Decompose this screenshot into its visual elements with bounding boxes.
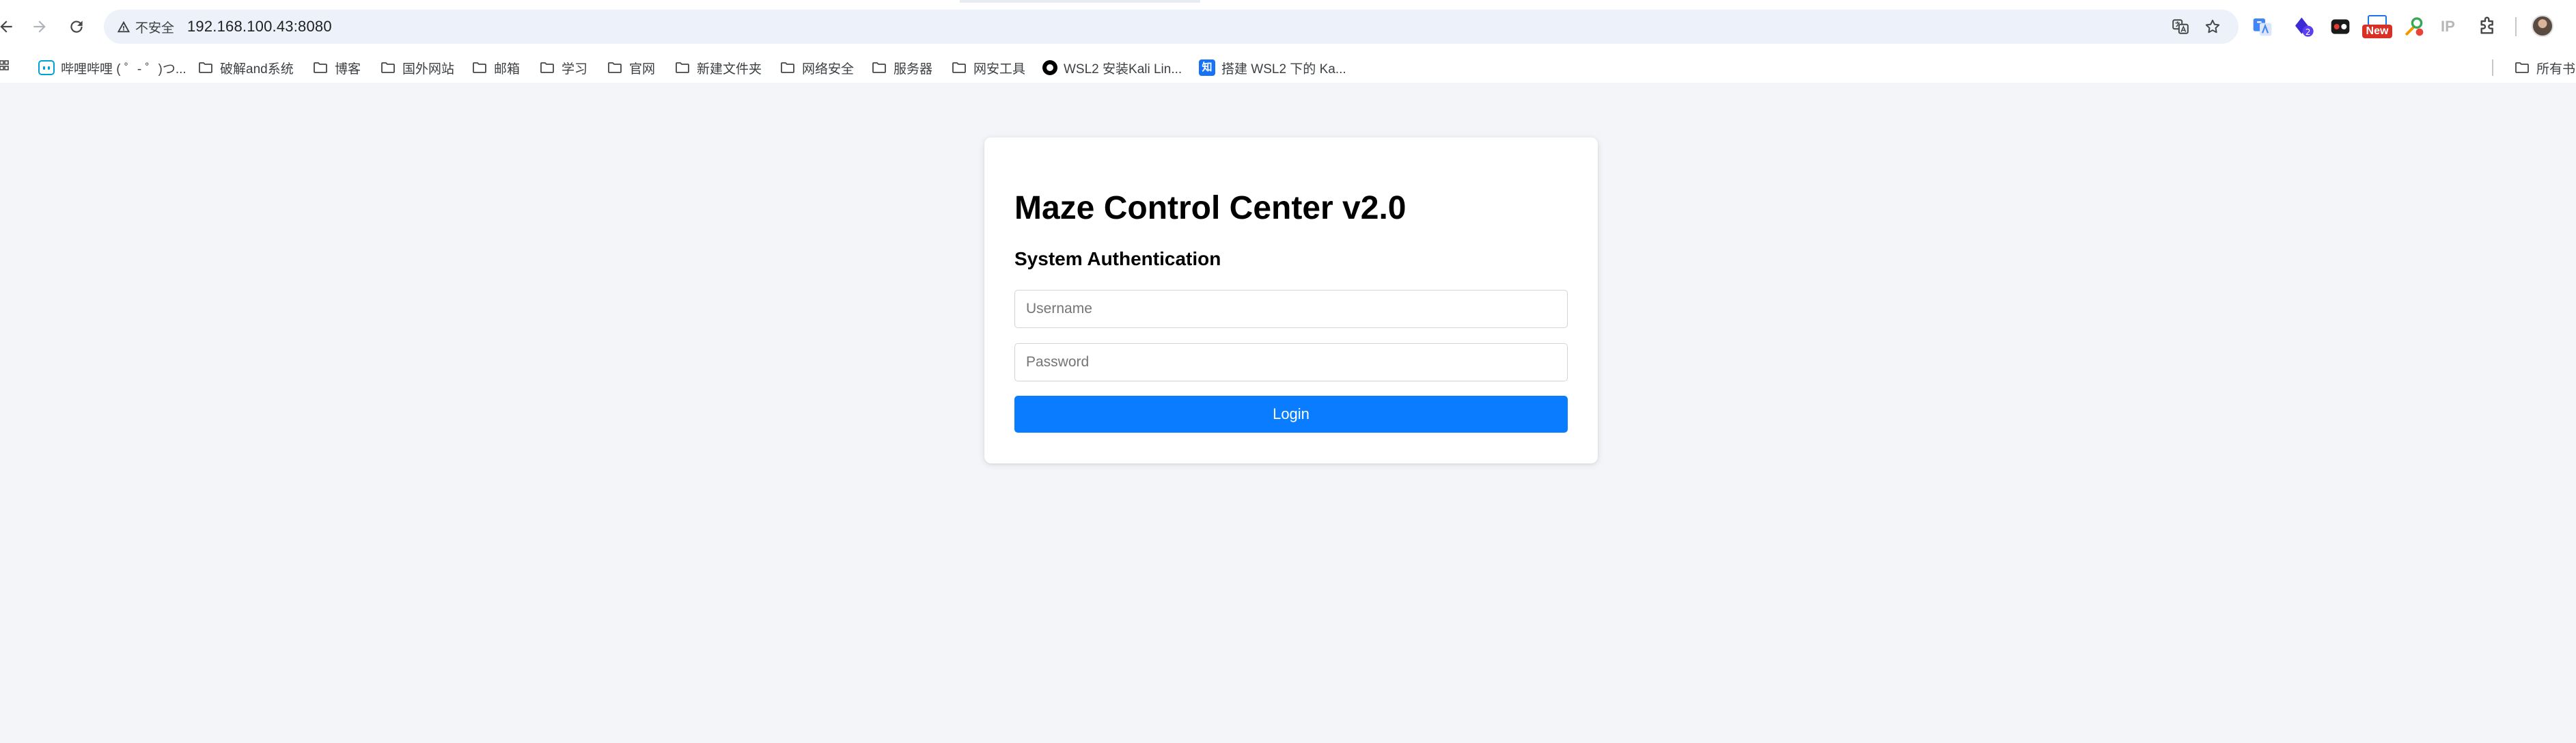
folder-icon [381,62,395,73]
bookmark-label: 新建文件夹 [697,62,762,77]
login-button[interactable]: Login [1014,396,1568,433]
forward-button[interactable] [27,14,53,40]
bookmark-label: 博客 [335,62,361,77]
zhihu-icon: 知 [1199,59,1215,76]
folder-icon [314,62,327,73]
diamond-badge-icon: 2 [2295,17,2314,37]
folder-icon [2515,62,2529,73]
apps-grid-icon[interactable] [0,59,10,75]
profile-avatar[interactable] [2532,15,2553,37]
mail-new-extension[interactable]: New [2362,15,2392,40]
bookmark-folder-sec-tools[interactable]: 网安工具 [951,55,1025,80]
extensions-menu-button[interactable] [2474,13,2502,40]
back-button[interactable] [0,14,19,40]
google-translate-icon [2253,18,2272,36]
wrench-icon [2405,17,2424,36]
bookmarks-separator [2492,59,2493,76]
folder-icon [781,62,794,73]
github-icon [1042,60,1057,75]
bookmark-folder-new-folder[interactable]: 新建文件夹 [674,55,762,80]
auth-subtitle: System Authentication [1014,248,1221,269]
new-badge: New [2362,25,2392,38]
bookmark-label: 哔哩哔哩 ( ゜- ゜)つ... [61,62,186,77]
mask-icon [2331,19,2350,34]
bookmarks-bar: 哔哩哔哩 ( ゜- ゜)つ... 破解and系统 博客 国外网站 邮箱 学习 官… [0,53,2576,83]
login-card: Maze Control Center v2.0 System Authenti… [984,137,1598,463]
translate-button[interactable] [2171,17,2190,36]
bookmark-folder-foreign-sites[interactable]: 国外网站 [380,55,454,80]
folder-icon [473,62,486,73]
bookmark-label: 网络安全 [802,62,855,77]
ip-extension[interactable]: IP [2441,18,2455,36]
bookmark-label: 网安工具 [973,62,1026,77]
bookmark-folder-official[interactable]: 官网 [607,55,655,80]
tools-extension[interactable] [2400,13,2428,40]
bookmark-folder-crack-system[interactable]: 破解and系统 [197,55,294,80]
reload-icon [70,21,83,33]
dark-extension[interactable] [2327,13,2354,40]
bookmark-wsl2-kali-setup[interactable]: 知 搭建 WSL2 下的 Ka... [1199,55,1346,80]
translate-extension[interactable] [2249,13,2276,40]
bookmark-label: 服务器 [894,62,933,77]
toolbar-separator [2511,13,2521,40]
bookmark-folder-servers[interactable]: 服务器 [871,55,932,80]
puzzle-icon [2480,16,2493,34]
translate-icon [2172,19,2189,34]
all-bookmarks-button[interactable]: 所有书 [2514,55,2575,80]
tab-strip-edge [960,0,1200,3]
star-icon [2205,19,2220,33]
bookmark-bilibili[interactable]: 哔哩哔哩 ( ゜- ゜)つ... [38,55,186,80]
password-input[interactable] [1014,343,1568,381]
url-text[interactable]: 192.168.100.43:8080 [187,18,332,36]
browser-toolbar: 不安全 192.168.100.43:8080 2 New IP [0,0,2576,53]
page-title: Maze Control Center v2.0 [1014,190,1407,226]
bookmark-label: 搭建 WSL2 下的 Ka... [1221,62,1346,77]
bookmark-label: 学习 [562,62,588,77]
reload-button[interactable] [64,14,89,40]
bookmark-folder-mail[interactable]: 邮箱 [471,55,520,80]
arrow-left-icon [0,21,12,33]
folder-icon [540,62,554,73]
bookmark-folder-netsec[interactable]: 网络安全 [779,55,854,80]
active-tab-edge [1200,0,1610,3]
folder-icon [676,62,689,73]
warning-icon [117,21,130,33]
bookmark-folder-blog[interactable]: 博客 [312,55,361,80]
arrow-right-icon [33,21,46,33]
security-indicator[interactable]: 不安全 [112,15,182,38]
username-input[interactable] [1014,290,1568,328]
security-label: 不安全 [135,21,175,36]
folder-icon [952,62,966,73]
bookmark-label: 邮箱 [494,62,521,77]
folder-icon [872,62,886,73]
bookmark-label: 所有书 [2536,62,2576,77]
bookmark-wsl2-kali-install[interactable]: WSL2 安装Kali Lin... [1042,55,1182,80]
bilibili-icon [38,60,55,75]
address-bar[interactable]: 不安全 192.168.100.43:8080 [104,10,2239,44]
folder-icon [199,62,212,73]
svg-text:2: 2 [2305,27,2311,37]
bookmark-folder-study[interactable]: 学习 [539,55,587,80]
notification-extension[interactable]: 2 [2290,13,2317,40]
bookmark-label: WSL2 安装Kali Lin... [1064,62,1182,77]
bookmark-star-button[interactable] [2203,17,2222,36]
folder-icon [608,62,622,73]
bookmark-label: 破解and系统 [220,62,294,77]
bookmark-label: 国外网站 [402,62,455,77]
bookmark-label: 官网 [629,62,656,77]
